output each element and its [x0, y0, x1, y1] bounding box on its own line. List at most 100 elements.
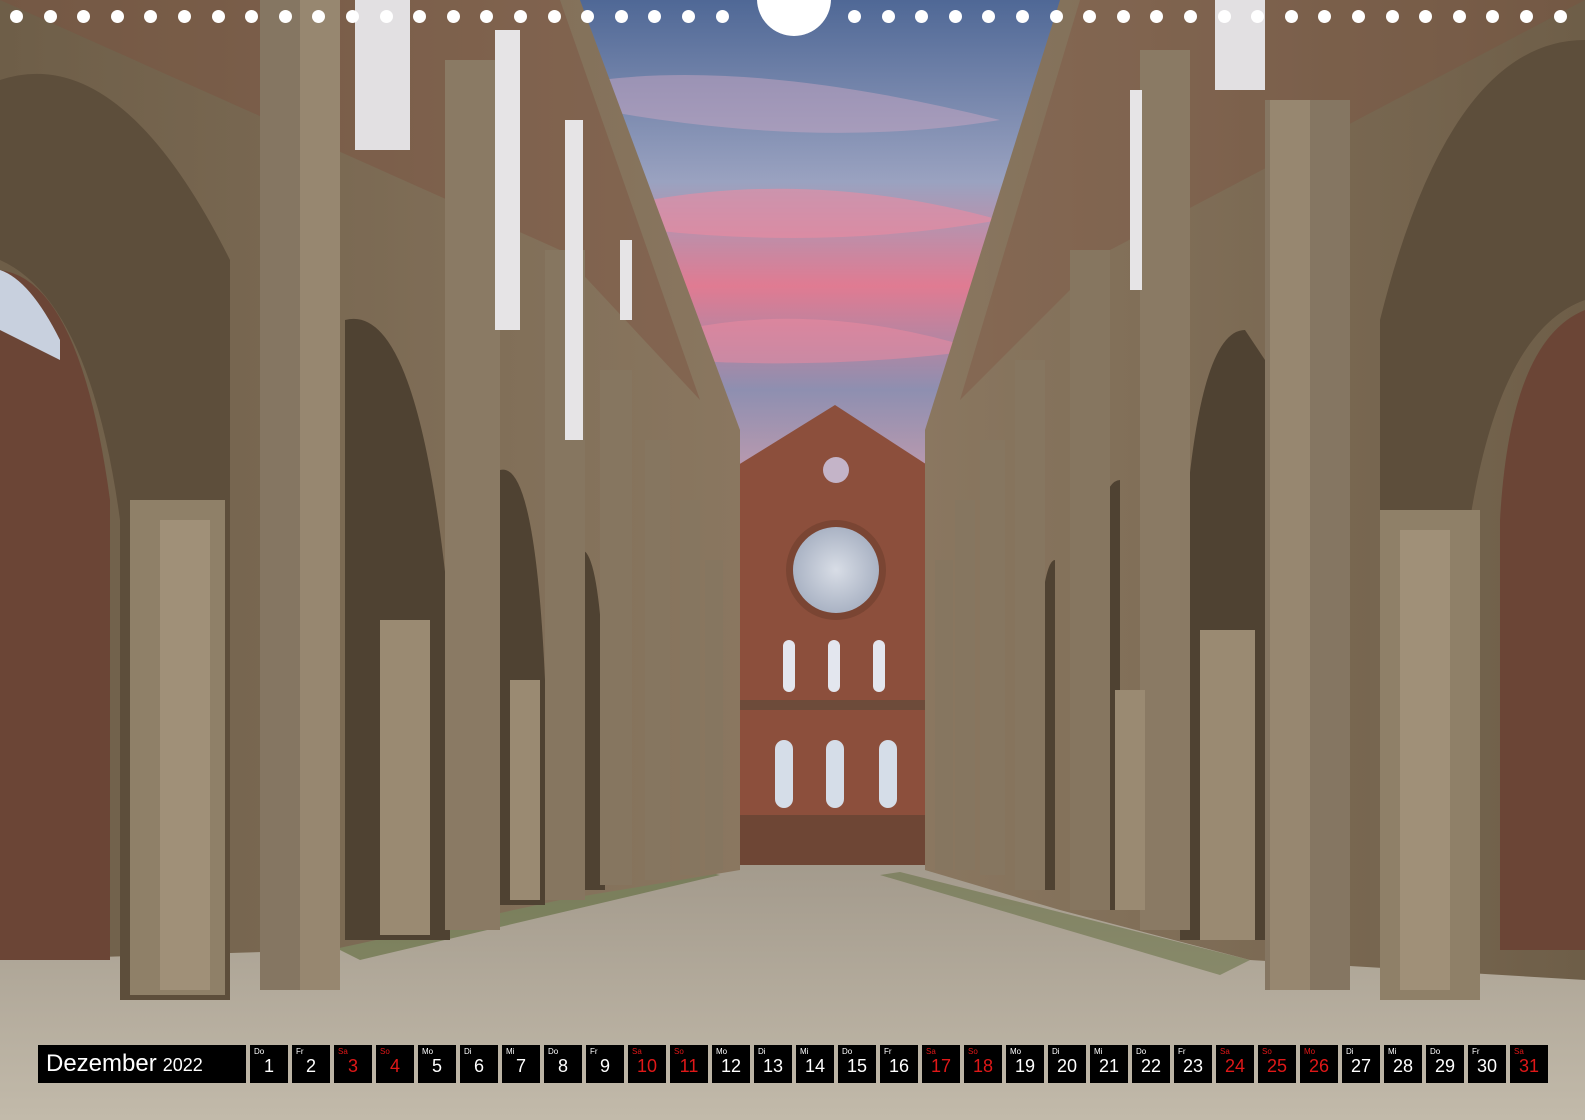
- day-cell: Sa 3: [334, 1045, 372, 1083]
- day-number: 29: [1434, 1056, 1456, 1076]
- day-cell: Sa 24: [1216, 1045, 1254, 1083]
- day-cell: Fr 9: [586, 1045, 624, 1083]
- day-cell: Mo 19: [1006, 1045, 1044, 1083]
- binding-hole: [1553, 10, 1567, 23]
- day-number: 24: [1224, 1056, 1246, 1076]
- day-number: 5: [431, 1056, 442, 1076]
- binding-hole: [278, 10, 292, 23]
- day-number: 30: [1476, 1056, 1498, 1076]
- day-cell: Sa 31: [1510, 1045, 1548, 1083]
- binding-hole: [379, 10, 393, 23]
- day-cell: Sa 17: [922, 1045, 960, 1083]
- day-cell: Do 15: [838, 1045, 876, 1083]
- binding-hole: [1419, 10, 1433, 23]
- binding-hole: [1016, 10, 1029, 23]
- binding-holes: [0, 0, 1585, 36]
- binding-hole: [1452, 10, 1466, 23]
- day-number: 15: [846, 1056, 868, 1076]
- binding-hole: [1520, 10, 1533, 23]
- binding-hole: [1217, 10, 1231, 23]
- binding-hole: [848, 10, 861, 23]
- binding-hole: [480, 10, 494, 23]
- day-number: 17: [930, 1056, 952, 1076]
- binding-hole: [1486, 10, 1500, 23]
- binding-hole: [245, 10, 259, 23]
- day-number: 31: [1518, 1056, 1540, 1076]
- day-cell: Mi 7: [502, 1045, 540, 1083]
- binding-hole: [446, 10, 460, 23]
- day-cell: Fr 2: [292, 1045, 330, 1083]
- day-number: 8: [557, 1056, 568, 1076]
- day-cell: Fr 23: [1174, 1045, 1212, 1083]
- day-cell: Di 6: [460, 1045, 498, 1083]
- binding-hole: [547, 10, 561, 23]
- binding-hole: [1049, 10, 1063, 23]
- day-cell: Sa 10: [628, 1045, 666, 1083]
- day-number: 1: [263, 1056, 274, 1076]
- day-number: 14: [804, 1056, 826, 1076]
- day-number: 27: [1350, 1056, 1372, 1076]
- binding-hole: [77, 10, 91, 23]
- day-cell: So 11: [670, 1045, 708, 1083]
- day-cell: Mi 28: [1384, 1045, 1422, 1083]
- day-number: 11: [679, 1056, 699, 1076]
- binding-hole: [312, 10, 326, 23]
- day-cell: So 25: [1258, 1045, 1296, 1083]
- day-cell: Di 27: [1342, 1045, 1380, 1083]
- day-number: 22: [1140, 1056, 1162, 1076]
- day-number: 7: [515, 1056, 526, 1076]
- day-number: 13: [762, 1056, 784, 1076]
- binding-hole: [178, 10, 191, 23]
- binding-hole: [682, 10, 695, 23]
- right-arcade: [925, 0, 1585, 1000]
- day-number: 21: [1098, 1056, 1120, 1076]
- day-number: 26: [1308, 1056, 1330, 1076]
- day-cell: Mi 21: [1090, 1045, 1128, 1083]
- binding-hole: [1184, 10, 1197, 23]
- binding-hole: [1284, 10, 1298, 23]
- day-number: 10: [636, 1056, 658, 1076]
- year: 2022: [162, 1055, 203, 1075]
- day-cell: Do 1: [250, 1045, 288, 1083]
- day-number: 16: [888, 1056, 910, 1076]
- binding-hole: [413, 10, 427, 23]
- day-cell: Fr 16: [880, 1045, 918, 1083]
- far-facade: [730, 405, 935, 865]
- binding-hole: [1352, 10, 1365, 23]
- day-number: 4: [389, 1056, 400, 1076]
- binding-hole: [514, 10, 527, 23]
- binding-hole: [346, 10, 359, 23]
- month-name: Dezember: [46, 1050, 157, 1077]
- binding-hole: [1318, 10, 1332, 23]
- day-cell: Mo 12: [712, 1045, 750, 1083]
- binding-hole: [648, 10, 662, 23]
- binding-hole: [1385, 10, 1399, 23]
- binding-hole: [614, 10, 628, 23]
- binding-hole: [1251, 10, 1265, 23]
- day-cell: Di 13: [754, 1045, 792, 1083]
- day-number: 2: [305, 1056, 316, 1076]
- day-cell: Mo 26: [1300, 1045, 1338, 1083]
- day-number: 6: [473, 1056, 484, 1076]
- binding-hole: [10, 10, 23, 23]
- abbey-ruin-photo: [0, 0, 1585, 1120]
- day-number: 3: [347, 1056, 358, 1076]
- day-number: 12: [720, 1056, 742, 1076]
- day-cell: So 18: [964, 1045, 1002, 1083]
- day-cell: Mo 5: [418, 1045, 456, 1083]
- day-cell: Do 22: [1132, 1045, 1170, 1083]
- month-label: Dezember 2022: [38, 1045, 246, 1083]
- day-number: 20: [1056, 1056, 1078, 1076]
- day-number: 25: [1266, 1056, 1288, 1076]
- binding-hole: [715, 10, 729, 23]
- binding-hole: [1116, 10, 1130, 23]
- binding-hole: [211, 10, 225, 23]
- day-cell: Fr 30: [1468, 1045, 1506, 1083]
- binding-hole: [144, 10, 158, 23]
- binding-hole: [881, 10, 895, 23]
- binding-hole: [1083, 10, 1097, 23]
- binding-hole: [915, 10, 929, 23]
- day-number: 18: [972, 1056, 994, 1076]
- day-number: 19: [1014, 1056, 1036, 1076]
- binding-hole: [982, 10, 996, 23]
